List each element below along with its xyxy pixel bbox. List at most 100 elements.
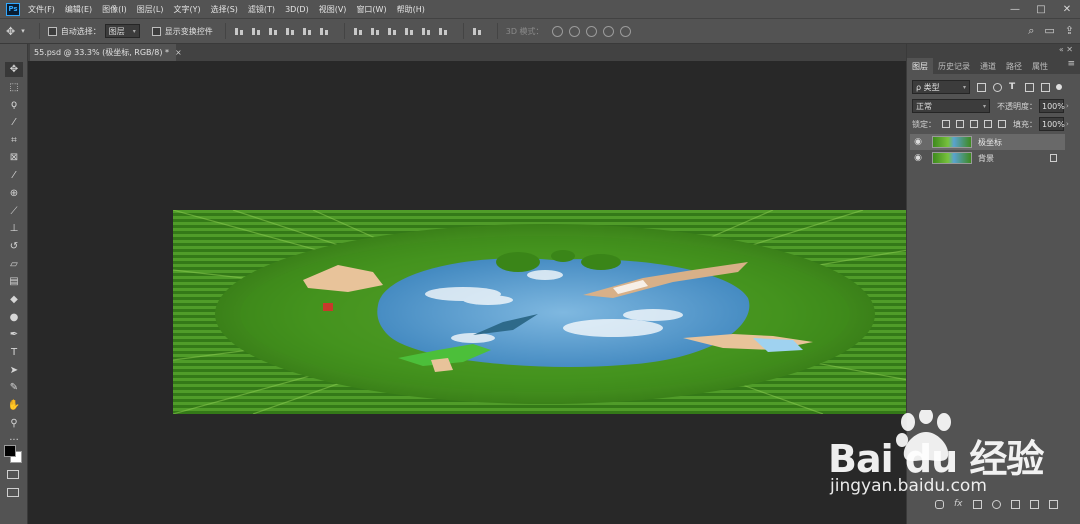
visibility-eye-icon[interactable]: ◉ <box>910 137 926 147</box>
fill-input[interactable]: 100% <box>1039 117 1065 131</box>
tab-properties[interactable]: 属性 <box>1027 58 1053 74</box>
align-vcenter-icon[interactable] <box>251 26 262 37</box>
gradient-tool-icon[interactable]: ▤ <box>5 274 23 289</box>
blend-mode-select[interactable]: 正常 ▾ <box>912 99 990 113</box>
shape-tool-icon[interactable]: ✎ <box>5 380 23 395</box>
menu-image[interactable]: 图像(I) <box>102 4 127 15</box>
eyedropper-tool-icon[interactable]: ⁄ <box>5 168 23 183</box>
menu-select[interactable]: 选择(S) <box>211 4 238 15</box>
tab-channels[interactable]: 通道 <box>975 58 1001 74</box>
align-left-icon[interactable] <box>285 26 296 37</box>
pen-tool-icon[interactable]: ✒ <box>5 327 23 342</box>
drag-3d-icon[interactable] <box>585 25 597 37</box>
distribute-top-icon[interactable] <box>353 26 364 37</box>
lock-transparent-icon[interactable] <box>942 120 950 128</box>
auto-align-icon[interactable] <box>472 26 483 37</box>
adjustment-filter-icon[interactable] <box>993 82 1002 92</box>
distribute-left-icon[interactable] <box>404 26 415 37</box>
filter-toggle[interactable] <box>1056 84 1062 90</box>
color-swatches[interactable] <box>3 444 25 466</box>
tab-layers[interactable]: 图层 <box>907 58 933 74</box>
type-filter-icon[interactable]: T <box>1009 82 1018 92</box>
menu-3d[interactable]: 3D(D) <box>285 5 309 14</box>
quick-mask-icon[interactable] <box>7 470 19 479</box>
visibility-eye-icon[interactable]: ◉ <box>910 153 926 163</box>
menu-view[interactable]: 视图(V) <box>319 4 347 15</box>
layer-filter-select[interactable]: ρ 类型 ▾ <box>912 80 970 94</box>
lasso-tool-icon[interactable]: ϙ <box>5 97 23 112</box>
auto-select-checkbox[interactable] <box>47 26 57 36</box>
tab-paths[interactable]: 路径 <box>1001 58 1027 74</box>
menu-window[interactable]: 窗口(W) <box>356 4 386 15</box>
panel-menu-icon[interactable]: ≡ <box>1067 59 1075 69</box>
chevron-down-icon[interactable]: ▾ <box>21 27 25 35</box>
align-top-icon[interactable] <box>234 26 245 37</box>
share-icon[interactable]: ⇪ <box>1065 24 1074 38</box>
clone-stamp-tool-icon[interactable]: ⊥ <box>5 221 23 236</box>
lock-position-icon[interactable] <box>970 120 978 128</box>
frame-tool-icon[interactable]: ⊠ <box>5 150 23 165</box>
slide-3d-icon[interactable] <box>602 25 614 37</box>
align-right-icon[interactable] <box>319 26 330 37</box>
layer-name: 极坐标 <box>978 137 1002 147</box>
collapse-panels-icon[interactable]: « ✕ <box>1059 45 1073 54</box>
distribute-vcenter-icon[interactable] <box>370 26 381 37</box>
magic-wand-tool-icon[interactable]: ⁄ <box>5 115 23 130</box>
history-brush-tool-icon[interactable]: ↺ <box>5 239 23 254</box>
show-transform-checkbox[interactable] <box>151 26 161 36</box>
opacity-input[interactable]: 100% <box>1039 99 1065 113</box>
hand-tool-icon[interactable]: ✋ <box>5 398 23 413</box>
menu-file[interactable]: 文件(F) <box>28 4 55 15</box>
orbit-3d-icon[interactable] <box>551 25 563 37</box>
roll-3d-icon[interactable] <box>568 25 580 37</box>
crop-tool-icon[interactable]: ⌗ <box>5 133 23 148</box>
distribute-bottom-icon[interactable] <box>387 26 398 37</box>
menu-filter[interactable]: 滤镜(T) <box>248 4 275 15</box>
menu-edit[interactable]: 编辑(E) <box>65 4 92 15</box>
eraser-tool-icon[interactable]: ▱ <box>5 257 23 272</box>
marquee-tool-icon[interactable]: ⬚ <box>5 80 23 95</box>
type-tool-icon[interactable]: T <box>5 345 23 360</box>
close-button[interactable]: ✕ <box>1054 0 1080 18</box>
minimize-button[interactable]: — <box>1002 0 1028 18</box>
layer-row-polar[interactable]: ◉ 极坐标 <box>910 134 1065 150</box>
search-icon[interactable]: ⌕ <box>1028 24 1034 38</box>
scale-3d-icon[interactable] <box>619 25 631 37</box>
shape-filter-icon[interactable] <box>1025 82 1034 92</box>
delete-layer-icon[interactable] <box>1048 499 1058 509</box>
auto-select-dropdown[interactable]: 图层 ▾ <box>104 24 140 38</box>
document-tab[interactable]: 55.psd @ 33.3% (极坐标, RGB/8) * × <box>30 44 182 61</box>
canvas-area[interactable] <box>28 61 906 524</box>
move-tool-icon[interactable]: ✥ <box>6 25 15 38</box>
move-tool-icon[interactable]: ✥ <box>5 62 23 77</box>
pixel-filter-icon[interactable] <box>977 82 986 92</box>
document-image[interactable] <box>173 210 906 414</box>
align-bottom-icon[interactable] <box>268 26 279 37</box>
chevron-right-icon[interactable]: › <box>1066 120 1069 128</box>
menu-help[interactable]: 帮助(H) <box>397 4 425 15</box>
menu-layer[interactable]: 图层(L) <box>137 4 164 15</box>
lock-artboard-icon[interactable] <box>984 120 992 128</box>
dodge-tool-icon[interactable]: ● <box>5 310 23 325</box>
chevron-right-icon[interactable]: › <box>1066 102 1069 110</box>
workspace-icon[interactable]: ▭ <box>1044 24 1054 38</box>
tab-history[interactable]: 历史记录 <box>933 58 975 74</box>
menu-type[interactable]: 文字(Y) <box>173 4 200 15</box>
distribute-hcenter-icon[interactable] <box>421 26 432 37</box>
distribute-right-icon[interactable] <box>438 26 449 37</box>
layer-row-background[interactable]: ◉ 背景 <box>910 150 1065 166</box>
lock-all-icon[interactable] <box>998 120 1006 128</box>
blur-tool-icon[interactable]: ◆ <box>5 292 23 307</box>
new-layer-icon[interactable] <box>1029 499 1039 509</box>
close-icon[interactable]: × <box>175 48 182 57</box>
foreground-color[interactable] <box>4 445 16 457</box>
path-selection-tool-icon[interactable]: ➤ <box>5 363 23 378</box>
smart-object-filter-icon[interactable] <box>1041 82 1050 92</box>
healing-brush-tool-icon[interactable]: ⊕ <box>5 186 23 201</box>
maximize-button[interactable]: □ <box>1028 0 1054 18</box>
align-hcenter-icon[interactable] <box>302 26 313 37</box>
screen-mode-icon[interactable] <box>7 488 19 497</box>
brush-tool-icon[interactable]: ⟋ <box>5 204 23 219</box>
zoom-tool-icon[interactable]: ⚲ <box>5 416 23 431</box>
lock-image-icon[interactable] <box>956 120 964 128</box>
